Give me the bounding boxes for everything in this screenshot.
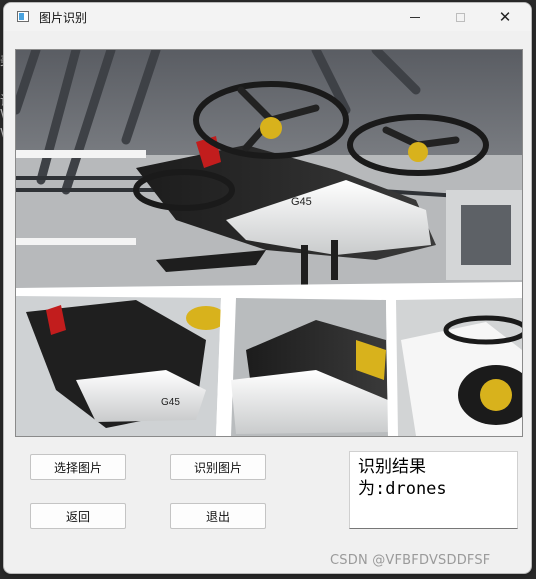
- recognize-image-button[interactable]: 识别图片: [170, 454, 266, 480]
- back-button[interactable]: 返回: [30, 503, 126, 529]
- drone-badge: G45: [291, 196, 312, 208]
- svg-text:G45: G45: [161, 397, 180, 408]
- exit-button[interactable]: 退出: [170, 503, 266, 529]
- title-bar[interactable]: 图片识别 ✕: [4, 3, 531, 31]
- minimize-button[interactable]: [393, 3, 437, 31]
- result-text-box[interactable]: 识别结果 为:drones: [349, 451, 518, 529]
- maximize-button[interactable]: [438, 3, 482, 31]
- drone-photo: G45 G45: [16, 50, 522, 436]
- app-window: 图片识别 ✕ G45 G45 选择图片 识别图片 返回 退出 识别结果 为:dr…: [3, 2, 532, 574]
- window-title: 图片识别: [39, 11, 88, 25]
- image-display: G45 G45: [15, 49, 523, 437]
- minimize-icon: [410, 16, 420, 18]
- select-image-button[interactable]: 选择图片: [30, 454, 126, 480]
- close-icon: ✕: [498, 7, 512, 26]
- watermark: CSDN @VFBFDVSDDFSF: [330, 553, 491, 568]
- maximize-icon: [455, 12, 465, 22]
- close-button[interactable]: ✕: [483, 3, 527, 31]
- app-icon: [17, 11, 29, 22]
